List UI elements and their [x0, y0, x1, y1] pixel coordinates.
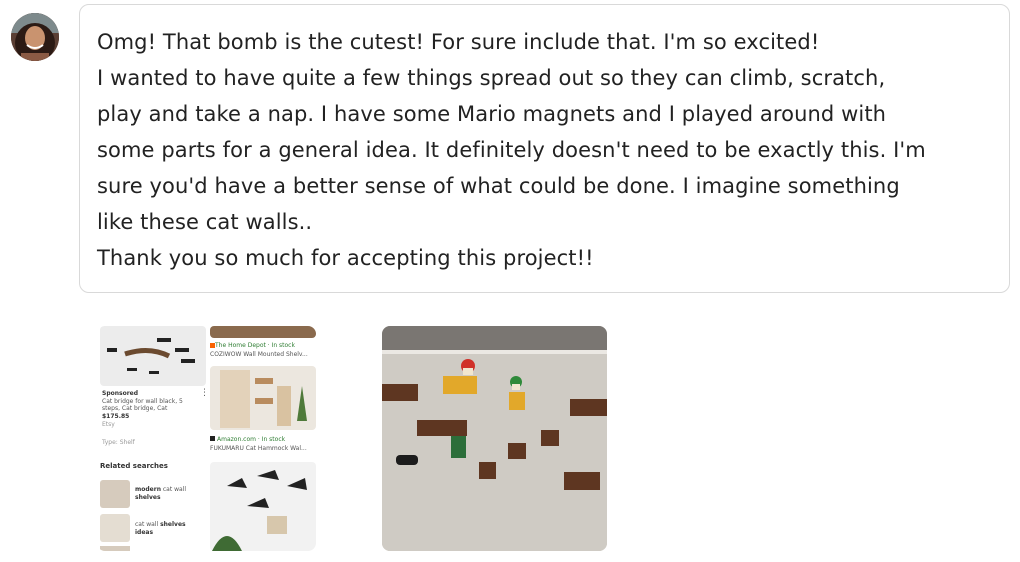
message-line: I wanted to have quite a few things spre… — [97, 66, 886, 90]
store-label: Amazon.com · In stock — [217, 436, 286, 443]
attachment-image-mario-magnets[interactable] — [382, 326, 607, 551]
sponsored-label: Sponsored — [102, 390, 139, 397]
related-searches-heading: Related searches — [100, 462, 168, 470]
store-label: The Home Depot · In stock — [215, 342, 295, 349]
seller-name: Etsy — [102, 421, 115, 428]
related-search-bold: shelves — [160, 521, 186, 528]
product-desc: steps, Cat bridge, Cat — [102, 405, 168, 412]
mario-magnets-photo — [382, 326, 607, 551]
message-line: Omg! That bomb is the cutest! For sure i… — [97, 30, 820, 54]
avatar-photo — [11, 13, 59, 61]
related-search-text: shelves — [135, 494, 161, 501]
message-line: Thank you so much for accepting this pro… — [97, 246, 594, 270]
more-options-icon[interactable]: ⋮ — [200, 389, 209, 398]
message-text: Omg! That bomb is the cutest! For sure i… — [97, 24, 1002, 276]
related-search-text: ideas — [135, 529, 154, 536]
related-search-text: cat wall — [160, 486, 187, 493]
message-line: like these cat walls.. — [97, 210, 313, 234]
message-line: play and take a nap. I have some Mario m… — [97, 102, 887, 126]
message-line: some parts for a general idea. It defini… — [97, 138, 926, 162]
product-type: Type: Shelf — [102, 439, 135, 446]
product-title: COZIWOW Wall Mounted Shelv... — [210, 351, 308, 358]
product-desc: Cat bridge for wall black, 5 — [102, 398, 183, 405]
attachment-image-cat-walls[interactable]: The Home Depot · In stock COZIWOW Wall M… — [97, 326, 316, 551]
message-line: sure you'd have a better sense of what c… — [97, 174, 900, 198]
product-title: FUKUMARU Cat Hammock Wal... — [210, 445, 307, 452]
related-search-text: cat wall — [135, 521, 161, 528]
user-avatar[interactable] — [11, 13, 59, 61]
product-price: $175.85 — [102, 413, 130, 420]
related-search-bold: modern — [135, 486, 161, 493]
